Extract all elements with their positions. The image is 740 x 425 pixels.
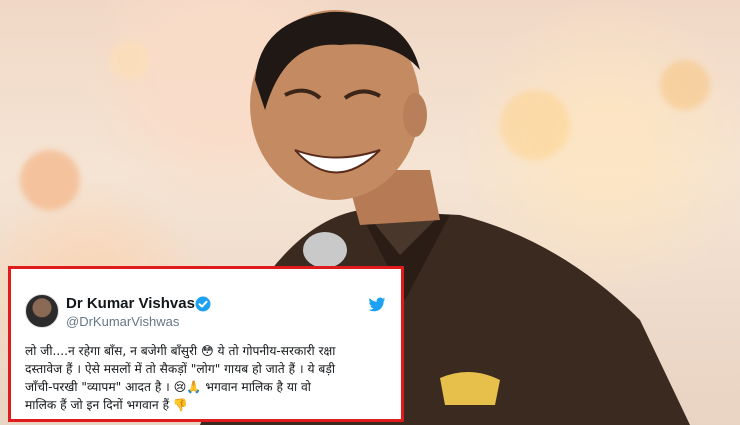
twitter-bird-icon[interactable] xyxy=(368,297,386,313)
tweet-line: लो जी....न रहेगा बाँस, न बजेगी बाँसुरी 😳… xyxy=(25,344,336,358)
tweet-card[interactable]: Dr Kumar Vishvas @DrKumarVishwas लो जी..… xyxy=(8,266,404,422)
tweet-line: मालिक हैं जो इन दिनों भगवान हैं 👎 xyxy=(25,398,189,412)
author-avatar[interactable] xyxy=(25,294,59,328)
verified-badge-icon xyxy=(195,296,211,312)
tweet-text: लो जी....न रहेगा बाँस, न बजेगी बाँसुरी 😳… xyxy=(25,342,397,414)
tweet-line: दस्तावेज हैं । ऐसे मसलों में तो सैकड़ों … xyxy=(25,362,336,376)
author-name[interactable]: Dr Kumar Vishvas xyxy=(66,295,195,312)
tweet-line: जाँची-परखी "व्यापम" आदत है । 😢🙏 भगवान मा… xyxy=(25,380,311,394)
author-handle[interactable]: @DrKumarVishwas xyxy=(66,314,179,329)
